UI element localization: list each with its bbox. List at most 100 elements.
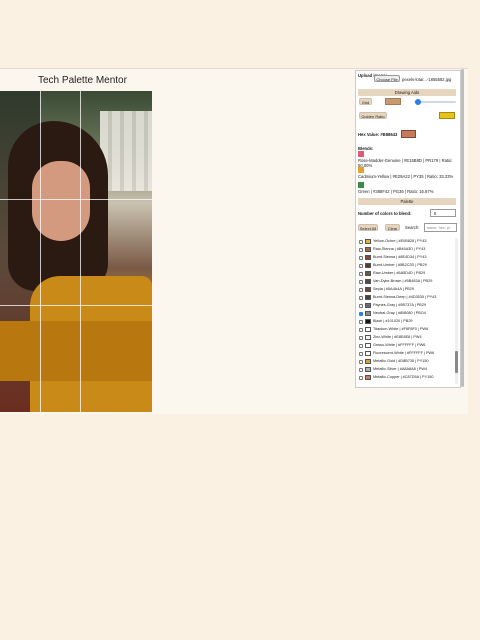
palette-item[interactable]: Burnt-Sienna | #8E4D34 | PY43 bbox=[358, 254, 453, 261]
palette-item[interactable]: Sepia | #5A4A4A | PB29 bbox=[358, 286, 453, 293]
palette-item-checkbox[interactable] bbox=[359, 279, 363, 284]
choose-file-button[interactable]: Choose File bbox=[374, 75, 400, 82]
grid-line-vertical-1 bbox=[40, 91, 41, 412]
grid-button[interactable]: Grid bbox=[359, 98, 372, 105]
palette-item[interactable]: Black | #101020 | PB29 bbox=[358, 318, 453, 325]
palette-item-label: Gesso-White | #FFFFFF | PW6 bbox=[373, 343, 426, 347]
palette-item[interactable]: Fluorescent-White | #FFFFFF | PW6 bbox=[358, 350, 453, 357]
palette-item-checkbox[interactable] bbox=[359, 295, 363, 300]
search-label: Search: bbox=[405, 225, 420, 230]
palette-item-label: Zinc-White | #E8E8E8 | PW4 bbox=[373, 335, 422, 339]
palette-item-swatch bbox=[365, 255, 371, 260]
palette-item-swatch bbox=[365, 311, 371, 316]
blend-swatch-2 bbox=[358, 167, 364, 173]
hex-value-label: Hex Value: #B88643 bbox=[358, 132, 398, 137]
blend-item-2: Cadmium-Yellow | #E29A22 | PY35 | Ratio:… bbox=[358, 174, 454, 179]
palette-item-label: Metallic-Silver | #A8A8A8 | PW4 bbox=[373, 367, 428, 371]
palette-item-label: Raw-Umber | #6A5D4D | PB29 bbox=[373, 271, 426, 275]
image-arm bbox=[0, 321, 152, 381]
palette-item-checkbox[interactable] bbox=[359, 343, 363, 348]
palette-item[interactable]: Paynes-Gray | #5B737A | PB29 bbox=[358, 302, 453, 309]
grid-color-picker[interactable] bbox=[385, 98, 401, 105]
palette-item-label: Metallic-Copper | #C87D5A | PY150 bbox=[373, 375, 434, 379]
select-all-button[interactable]: Select All bbox=[358, 224, 378, 231]
grid-line-vertical-2 bbox=[80, 91, 81, 412]
palette-item-label: Burnt-Sienna | #8E4D34 | PY43 bbox=[373, 255, 427, 259]
search-placeholder: name, hex, pi bbox=[427, 226, 450, 230]
palette-item-swatch bbox=[365, 359, 371, 364]
palette-item[interactable]: Van-Dyke-Brown | #5B483A | PB29 bbox=[358, 278, 453, 285]
palette-item[interactable]: Burnt-Sienna-Deep | #4D3535 | PY43 bbox=[358, 294, 453, 301]
palette-item-checkbox[interactable] bbox=[359, 367, 363, 372]
palette-scrollbar-thumb[interactable] bbox=[455, 351, 458, 373]
palette-item-checkbox[interactable] bbox=[359, 359, 363, 364]
palette-item-checkbox[interactable] bbox=[359, 303, 363, 308]
app-title: Tech Palette Mentor bbox=[38, 75, 127, 86]
palette-item-checkbox[interactable] bbox=[359, 247, 363, 252]
blend-item-1: Rose-Madder-Genuine | #E15B8D | PR179 | … bbox=[358, 158, 453, 168]
palette-item-checkbox[interactable] bbox=[359, 239, 363, 244]
palette-item[interactable]: Burnt-Umber | #5B2C2D | PB29 bbox=[358, 262, 453, 269]
palette-item-swatch bbox=[365, 343, 371, 348]
palette-item-label: Paynes-Gray | #5B737A | PB29 bbox=[373, 303, 427, 307]
num-colors-label: Number of colors to blend: bbox=[358, 211, 412, 216]
palette-item-label: Van-Dyke-Brown | #5B483A | PB29 bbox=[373, 279, 433, 283]
blend-swatch-3 bbox=[358, 182, 364, 188]
palette-item[interactable]: Titanium-White | #F8F8F0 | PW6 bbox=[358, 326, 453, 333]
palette-item[interactable]: Yellow-Ochre | #E0B828 | PY43 bbox=[358, 238, 453, 245]
palette-item-swatch bbox=[365, 375, 371, 380]
blend-swatch-1 bbox=[358, 151, 364, 157]
palette-item-swatch bbox=[365, 279, 371, 284]
palette-item[interactable]: Raw-Umber | #6A5D4D | PB29 bbox=[358, 270, 453, 277]
grid-line-horizontal-2 bbox=[0, 305, 152, 306]
search-input[interactable]: name, hex, pi bbox=[424, 223, 457, 232]
palette-item-swatch bbox=[365, 327, 371, 332]
palette-item-checkbox[interactable] bbox=[359, 311, 363, 316]
num-colors-input[interactable]: 5 bbox=[430, 209, 456, 217]
golden-ratio-button[interactable]: Golden Ratio bbox=[359, 112, 387, 119]
reference-image bbox=[0, 91, 152, 412]
slider-handle[interactable] bbox=[415, 99, 421, 105]
palette-item[interactable]: Zinc-White | #E8E8E8 | PW4 bbox=[358, 334, 453, 341]
palette-item[interactable]: Neutral-Gray | #808080 | PBO4 bbox=[358, 310, 453, 317]
palette-item-swatch bbox=[365, 263, 371, 268]
palette-item-label: Yellow-Ochre | #E0B828 | PY43 bbox=[373, 239, 427, 243]
palette-item[interactable]: Metallic-Silver | #A8A8A8 | PW4 bbox=[358, 366, 453, 373]
palette-item[interactable]: Metallic-Copper | #C87D5A | PY150 bbox=[358, 374, 453, 381]
palette-item-checkbox[interactable] bbox=[359, 255, 363, 260]
palette-item-label: Burnt-Umber | #5B2C2D | PB29 bbox=[373, 263, 427, 267]
palette-item-label: Black | #101020 | PB29 bbox=[373, 319, 413, 323]
palette-item[interactable]: Gesso-White | #FFFFFF | PW6 bbox=[358, 342, 453, 349]
palette-item-checkbox[interactable] bbox=[359, 287, 363, 292]
palette-item-checkbox[interactable] bbox=[359, 351, 363, 356]
clear-button[interactable]: Clear bbox=[385, 224, 400, 231]
control-panel: Upload image: Choose File pexels-lotar..… bbox=[355, 70, 461, 388]
palette-item-swatch bbox=[365, 319, 371, 324]
palette-item-checkbox[interactable] bbox=[359, 319, 363, 324]
palette-item[interactable]: Raw-Sienna | #B46A3D | PY43 bbox=[358, 246, 453, 253]
grid-line-horizontal-1 bbox=[0, 199, 152, 200]
palette-item-checkbox[interactable] bbox=[359, 375, 363, 380]
upload-filename: pexels-lotar...-1855582.jpg bbox=[402, 77, 452, 82]
palette-item-label: Burnt-Sienna-Deep | #4D3535 | PY43 bbox=[373, 295, 437, 299]
num-colors-value: 5 bbox=[434, 211, 437, 216]
palette-item-label: Sepia | #5A4A4A | PB29 bbox=[373, 287, 415, 291]
palette-list: Yellow-Ochre | #E0B828 | PY43 Raw-Sienna … bbox=[358, 238, 456, 385]
palette-item-swatch bbox=[365, 271, 371, 276]
palette-item-swatch bbox=[365, 303, 371, 308]
palette-item-swatch bbox=[365, 335, 371, 340]
palette-item-label: Fluorescent-White | #FFFFFF | PW6 bbox=[373, 351, 435, 355]
page-scrollbar[interactable] bbox=[461, 69, 464, 387]
hex-swatch bbox=[401, 130, 416, 138]
palette-item-checkbox[interactable] bbox=[359, 271, 363, 276]
palette-item-checkbox[interactable] bbox=[359, 263, 363, 268]
golden-ratio-color-picker[interactable] bbox=[439, 112, 455, 119]
palette-item[interactable]: Metallic-Gold | #D8B735 | PY150 bbox=[358, 358, 453, 365]
palette-item-swatch bbox=[365, 295, 371, 300]
blend-item-3: Green | #388F42 | PG36 | Ratio: 16.67% bbox=[358, 189, 434, 194]
palette-header: Palette bbox=[358, 198, 456, 205]
palette-item-label: Raw-Sienna | #B46A3D | PY43 bbox=[373, 247, 426, 251]
palette-item-label: Neutral-Gray | #808080 | PBO4 bbox=[373, 311, 426, 315]
palette-item-checkbox[interactable] bbox=[359, 327, 363, 332]
palette-item-checkbox[interactable] bbox=[359, 335, 363, 340]
